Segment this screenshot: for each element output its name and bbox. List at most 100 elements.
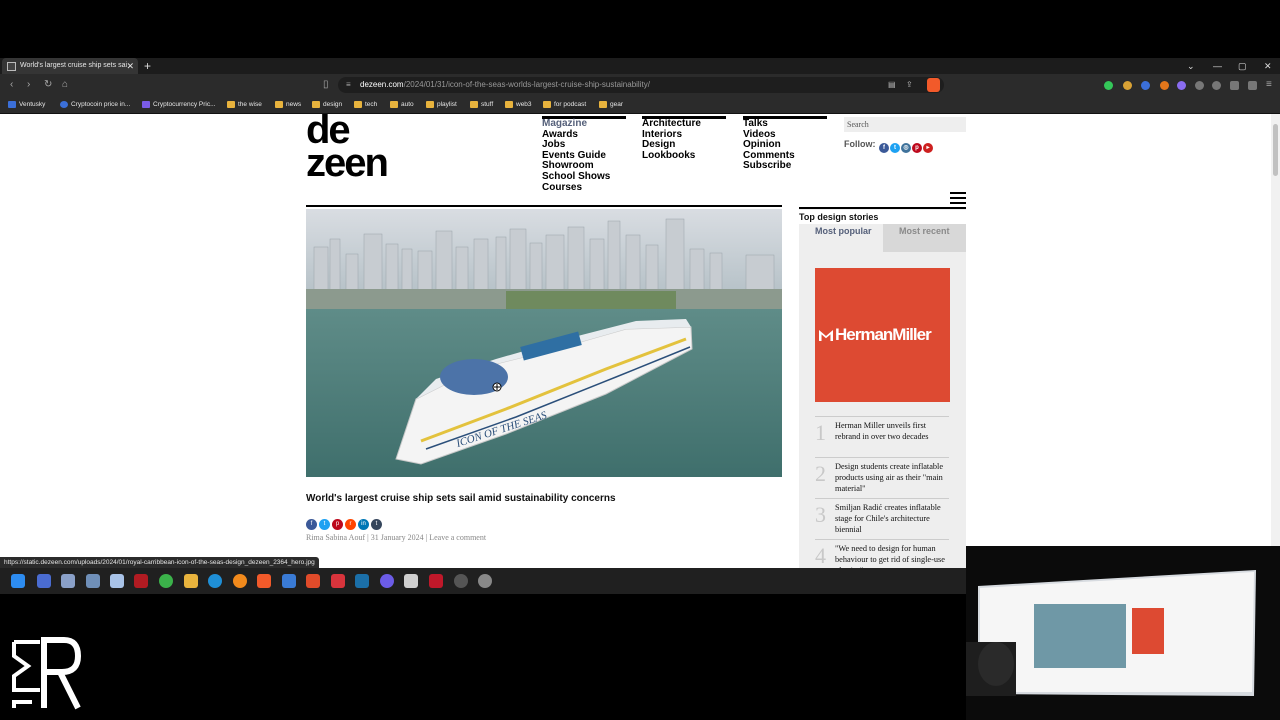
close-tab-icon[interactable]: ✕: [126, 58, 134, 74]
notepad-icon[interactable]: [110, 574, 124, 588]
app-orange-icon[interactable]: [306, 574, 320, 588]
extension-wallet-icon[interactable]: [1123, 81, 1132, 90]
share-tumblr-icon[interactable]: t: [371, 519, 382, 530]
hero-image-cruise-ship[interactable]: ICON OF THE SEAS: [306, 209, 782, 477]
bookmark-folder-playlist[interactable]: playlist: [426, 96, 457, 114]
obs-icon[interactable]: [454, 574, 468, 588]
app-icon[interactable]: [61, 574, 75, 588]
close-window-icon[interactable]: ✕: [1264, 58, 1272, 74]
brave-icon[interactable]: [257, 574, 271, 588]
bookmark-cryptocoin[interactable]: Cryptocoin price in...: [60, 96, 130, 114]
app-badge-icon[interactable]: [429, 574, 443, 588]
nav-link[interactable]: Magazine: [542, 118, 626, 130]
menu-icon[interactable]: ≡: [1266, 74, 1272, 96]
nav-link[interactable]: Lookbooks: [642, 150, 726, 162]
extensions-puzzle-icon[interactable]: [1212, 81, 1221, 90]
share-icon[interactable]: ⇪: [906, 77, 913, 93]
share-pinterest-icon[interactable]: p: [332, 519, 343, 530]
url-path: /2024/01/31/icon-of-the-seas-worlds-larg…: [403, 80, 650, 89]
list-item-story-1[interactable]: 1 Herman Miller unveils first rebrand in …: [815, 416, 949, 457]
dezeen-logo[interactable]: de zeen: [306, 114, 441, 184]
bookmark-ventusky[interactable]: Ventusky: [8, 96, 45, 114]
twitter-icon[interactable]: t: [890, 143, 901, 153]
back-icon[interactable]: ‹: [10, 74, 13, 96]
address-bar[interactable]: ≡ dezeen.com/2024/01/31/icon-of-the-seas…: [338, 77, 944, 93]
steam-icon[interactable]: [355, 574, 369, 588]
facebook-icon[interactable]: f: [879, 143, 890, 153]
share-facebook-icon[interactable]: f: [306, 519, 317, 530]
bookmark-cryptocurrency[interactable]: Cryptocurrency Pric...: [142, 96, 216, 114]
author-link[interactable]: Rima Sabina Aouf: [306, 533, 365, 542]
extension-cloud-icon[interactable]: [1195, 81, 1204, 90]
bookmark-folder-for-podcast[interactable]: for podcast: [543, 96, 586, 114]
minimize-icon[interactable]: —: [1213, 58, 1222, 74]
scrollbar-thumb[interactable]: [1273, 124, 1278, 176]
herman-miller-logo-icon: [819, 330, 833, 341]
youtube-icon[interactable]: ▸: [923, 143, 934, 153]
extension-blue-icon[interactable]: [1141, 81, 1150, 90]
xbox-icon[interactable]: [159, 574, 173, 588]
page-scrollbar[interactable]: [1271, 114, 1280, 568]
list-item-story-3[interactable]: 3 Smiljan Radić creates inflatable stage …: [815, 498, 949, 538]
tab-most-recent[interactable]: Most recent: [883, 224, 966, 252]
list-item-story-4[interactable]: 4 "We need to design for human behaviour …: [815, 539, 949, 568]
media-icon[interactable]: [134, 574, 148, 588]
home-icon[interactable]: ⌂: [62, 74, 68, 96]
new-tab-button[interactable]: +: [144, 58, 151, 74]
sidebar-toggle-icon[interactable]: [1230, 81, 1239, 90]
bookmark-folder-gear[interactable]: gear: [599, 96, 623, 114]
share-linkedin-icon[interactable]: in: [358, 519, 369, 530]
metamask-icon[interactable]: [1160, 81, 1169, 90]
bookmark-folder-news[interactable]: news: [275, 96, 301, 114]
site-info-icon[interactable]: ≡: [346, 77, 351, 93]
share-reddit-icon[interactable]: r: [345, 519, 356, 530]
wallet-icon[interactable]: [1248, 81, 1257, 90]
bookmark-folder-web3[interactable]: web3: [505, 96, 532, 114]
brave-shield-icon[interactable]: [927, 78, 940, 92]
instagram-icon[interactable]: ◎: [901, 143, 912, 153]
nav-link[interactable]: Architecture: [642, 118, 726, 130]
extension-green-icon[interactable]: [1104, 81, 1113, 90]
bookmark-icon[interactable]: ▯: [323, 74, 329, 96]
bookmark-folder-design[interactable]: design: [312, 96, 342, 114]
nav-link[interactable]: Talks: [743, 118, 827, 130]
article-headline[interactable]: World's largest cruise ship sets sail am…: [306, 492, 782, 505]
app-hand-icon[interactable]: [282, 574, 296, 588]
mail-icon[interactable]: [86, 574, 100, 588]
channel-logo: [10, 636, 82, 711]
browser-tab-active[interactable]: World's largest cruise ship sets sai ✕: [2, 58, 138, 74]
tab-most-popular[interactable]: Most popular: [799, 224, 883, 252]
reload-icon[interactable]: ↻: [44, 74, 52, 96]
leave-comment-link[interactable]: Leave a comment: [429, 533, 486, 542]
extension-purple-icon[interactable]: [1177, 81, 1186, 90]
file-explorer-icon[interactable]: [184, 574, 198, 588]
cryptocurrency-icon: [142, 101, 150, 108]
settings-gear-icon[interactable]: [478, 574, 492, 588]
hamburger-menu-icon[interactable]: [950, 192, 966, 204]
app-fox-icon[interactable]: [404, 574, 418, 588]
edge-icon[interactable]: [208, 574, 222, 588]
firefox-icon[interactable]: [233, 574, 247, 588]
tab-list-icon[interactable]: ⌄: [1187, 58, 1195, 74]
bookmark-folder-stuff[interactable]: stuff: [470, 96, 493, 114]
app-red-icon[interactable]: [331, 574, 345, 588]
herman-miller-advert[interactable]: HermanMiller: [815, 268, 950, 402]
bookmark-folder-tech[interactable]: tech: [354, 96, 377, 114]
windows-start-icon[interactable]: [11, 574, 25, 588]
forward-icon[interactable]: ›: [27, 74, 30, 96]
maximize-icon[interactable]: ▢: [1238, 58, 1247, 74]
pinterest-icon[interactable]: p: [912, 143, 923, 153]
powershell-icon[interactable]: [37, 574, 51, 588]
obs-like-icon[interactable]: [380, 574, 394, 588]
bookmark-folder-the-wise[interactable]: the wise: [227, 96, 262, 114]
nav-link[interactable]: Subscribe: [743, 161, 827, 172]
nav-link[interactable]: Courses: [542, 182, 626, 194]
list-item-story-2[interactable]: 2 Design students create inflatable produ…: [815, 457, 949, 497]
bookmarks-bar: Ventusky Cryptocoin price in... Cryptocu…: [0, 96, 1280, 114]
reader-mode-icon[interactable]: ▤: [888, 77, 896, 93]
nav-column-talks: Talks Videos Opinion Comments Subscribe: [743, 116, 827, 172]
bookmark-folder-auto[interactable]: auto: [390, 96, 414, 114]
search-input[interactable]: Search: [844, 117, 966, 132]
nav-link[interactable]: School Shows: [542, 171, 626, 183]
share-twitter-icon[interactable]: t: [319, 519, 330, 530]
